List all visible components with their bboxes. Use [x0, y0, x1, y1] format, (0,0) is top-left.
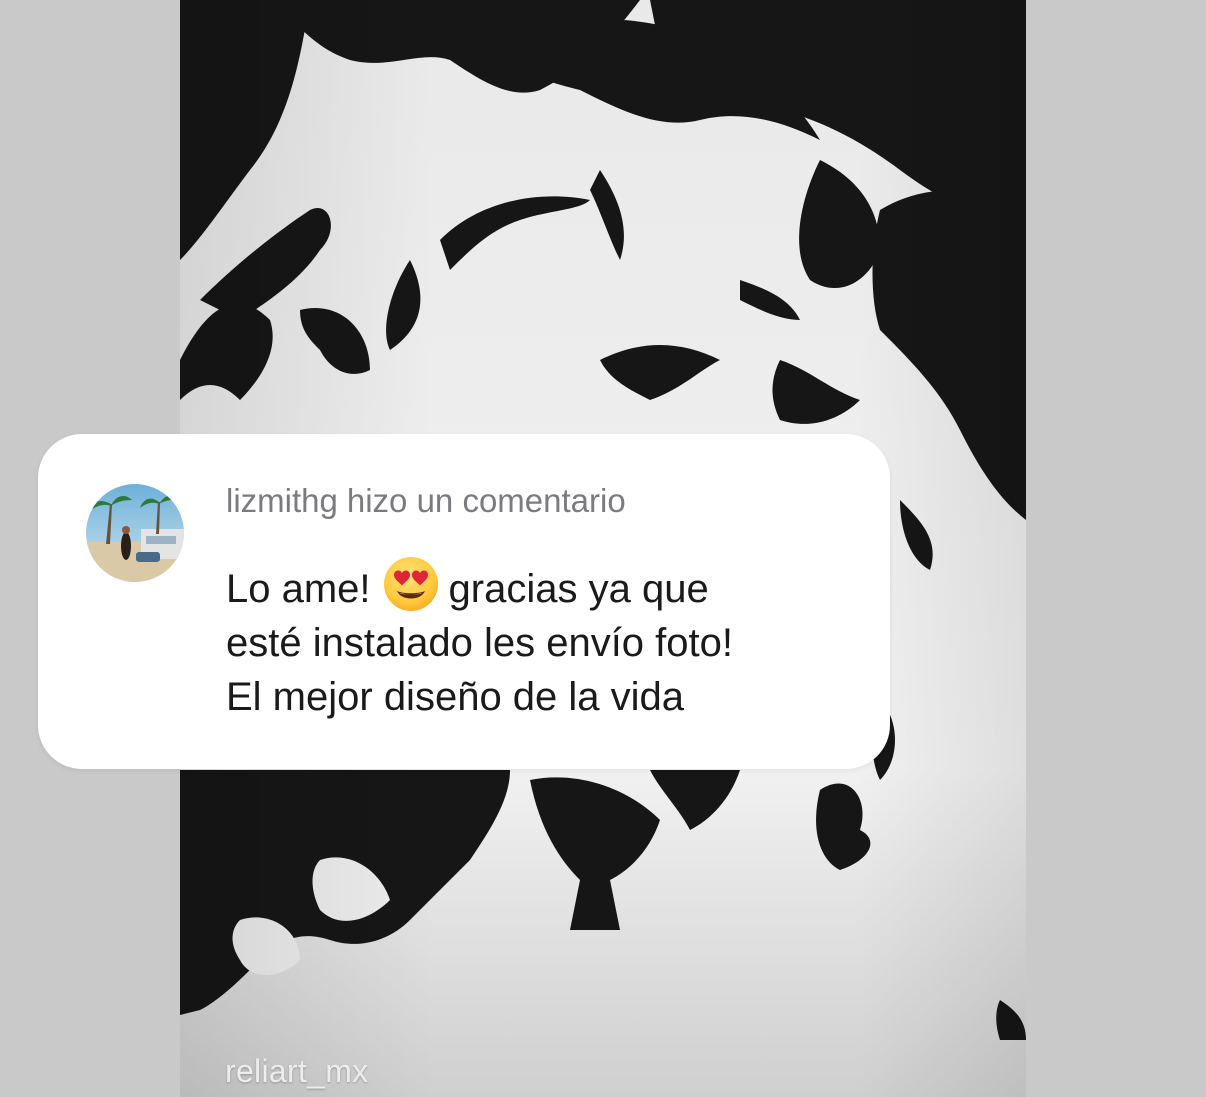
comment-text: Lo ame! gracias ya que esté instalado le… [226, 556, 866, 724]
comment-card[interactable]: lizmithg hizo un comentario Lo ame! grac… [38, 434, 890, 769]
comment-line-3: El mejor diseño de la vida [226, 675, 685, 719]
story-watermark: reliart_mx [225, 1053, 369, 1089]
comment-line-2: esté instalado les envío foto! [226, 621, 733, 665]
story-screen: reliart_mx lizmithg hizo un comentario L… [0, 0, 1206, 1097]
username[interactable]: lizmithg [226, 482, 338, 519]
action-text: hizo un comentario [346, 482, 626, 519]
comment-text-part1: Lo ame! [226, 567, 371, 611]
comment-header: lizmithg hizo un comentario [226, 482, 626, 520]
comment-line-1: Lo ame! gracias ya que [226, 556, 866, 616]
heart-eyes-emoji-icon [383, 557, 438, 611]
avatar-beach-photo [86, 484, 184, 582]
comment-text-part2: gracias ya que [448, 567, 709, 611]
avatar[interactable] [86, 484, 184, 582]
